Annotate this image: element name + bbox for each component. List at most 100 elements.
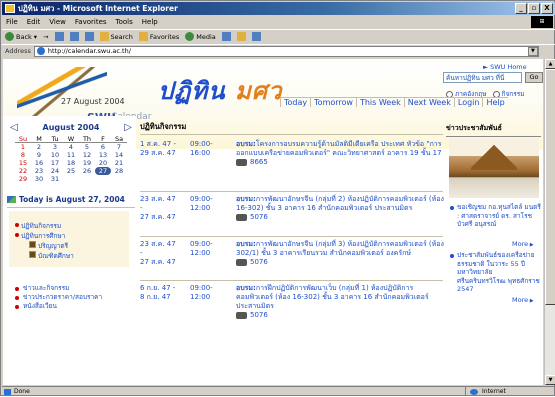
calendar-day bbox=[63, 175, 79, 183]
calendar-day[interactable]: 26 bbox=[79, 167, 95, 175]
calendar-day[interactable]: 14 bbox=[111, 151, 127, 159]
calendar-day[interactable]: 1 bbox=[15, 143, 31, 151]
next-month-icon[interactable]: ▷ bbox=[124, 122, 132, 133]
calendar-day[interactable]: 8 bbox=[15, 151, 31, 159]
calendar-day[interactable]: 28 bbox=[111, 167, 127, 175]
vertical-scrollbar[interactable]: ▲ ▼ bbox=[544, 59, 555, 385]
event-date: 1 ส.ค. 47 -29 ส.ค. 47 bbox=[140, 140, 176, 157]
menu-help[interactable]: Help bbox=[142, 16, 158, 28]
mail-button[interactable] bbox=[236, 32, 246, 41]
current-date: 27 August 2004 bbox=[61, 97, 125, 106]
print-button[interactable] bbox=[251, 32, 261, 41]
calendar-day[interactable]: 20 bbox=[95, 159, 111, 167]
address-input[interactable]: http://calendar.swu.ac.th/ ▼ bbox=[33, 45, 539, 57]
windows-logo-icon: ⊞ bbox=[531, 16, 553, 28]
home-button[interactable] bbox=[84, 32, 94, 41]
calendar-day[interactable]: 10 bbox=[47, 151, 63, 159]
weekday-header: Su bbox=[15, 135, 31, 143]
calendar-day[interactable]: 19 bbox=[79, 159, 95, 167]
menu-bar: File Edit View Favorites Tools Help ⊞ bbox=[2, 16, 555, 28]
calendar-day[interactable]: 3 bbox=[47, 143, 63, 151]
menu-news-bidding[interactable]: ข่าวประกวดราคา/สอบราคา bbox=[15, 293, 102, 302]
stop-button[interactable] bbox=[54, 32, 64, 41]
calendar-day[interactable]: 7 bbox=[111, 143, 127, 151]
calendar-day[interactable]: 9 bbox=[31, 151, 47, 159]
calendar-day[interactable]: 12 bbox=[79, 151, 95, 159]
calendar-day[interactable]: 29 bbox=[15, 175, 31, 183]
calendar-day[interactable]: 2 bbox=[31, 143, 47, 151]
calendar-day[interactable]: 22 bbox=[15, 167, 31, 175]
event-detail[interactable]: อบรม:การฝึกปฏิบัติการพัฒนาเว็บ (กลุ่มที่… bbox=[236, 284, 444, 320]
calendar-day[interactable]: 25 bbox=[63, 167, 79, 175]
menu-bachelor[interactable]: ปริญญาตรี bbox=[38, 241, 68, 251]
maximize-button[interactable]: ▫ bbox=[528, 3, 540, 14]
go-button[interactable]: Go bbox=[525, 72, 543, 83]
bachelor-icon bbox=[29, 241, 36, 248]
calendar-day[interactable]: 15 bbox=[15, 159, 31, 167]
menu-tools[interactable]: Tools bbox=[116, 16, 133, 28]
search-button[interactable]: Search bbox=[99, 32, 133, 41]
weekday-header: W bbox=[63, 135, 79, 143]
more-link-2[interactable]: More bbox=[512, 296, 534, 304]
main-content: ปฏิทินกิจกรรม 1 ส.ค. 47 -29 ส.ค. 47 09:00… bbox=[140, 116, 445, 385]
event-divider bbox=[140, 191, 443, 192]
menu-favorites[interactable]: Favorites bbox=[75, 16, 107, 28]
close-button[interactable]: X bbox=[541, 3, 553, 14]
address-dropdown[interactable]: ▼ bbox=[527, 46, 538, 56]
history-button[interactable] bbox=[221, 32, 231, 41]
calendar-day bbox=[111, 175, 127, 183]
back-button[interactable]: Back ▾ bbox=[5, 32, 37, 41]
search-input[interactable] bbox=[443, 72, 522, 83]
prev-month-icon[interactable]: ◁ bbox=[10, 122, 18, 133]
calendar-day[interactable]: 21 bbox=[111, 159, 127, 167]
nav-tomorrow[interactable]: Tomorrow bbox=[310, 98, 356, 107]
calendar-day[interactable]: 24 bbox=[47, 167, 63, 175]
calendar-day[interactable]: 5 bbox=[79, 143, 95, 151]
menu-news-activity[interactable]: ข่าวและกิจกรรม bbox=[15, 284, 102, 293]
calendar-day[interactable]: 27 bbox=[95, 167, 111, 175]
nav-help[interactable]: Help bbox=[482, 98, 507, 107]
event-detail[interactable]: อบรม:การพัฒนาอักษรจีน (กลุ่มที่ 2) ห้องป… bbox=[236, 195, 444, 222]
menu-circular[interactable]: หนังสือเวียน bbox=[15, 302, 102, 311]
calendar-day[interactable]: 13 bbox=[95, 151, 111, 159]
nav-today[interactable]: Today bbox=[280, 98, 310, 107]
calendar-day[interactable]: 4 bbox=[63, 143, 79, 151]
minimize-button[interactable]: _ bbox=[515, 3, 527, 14]
calendar-day[interactable]: 31 bbox=[47, 175, 63, 183]
forward-button[interactable]: → bbox=[43, 33, 48, 41]
nav-login[interactable]: Login bbox=[453, 98, 483, 107]
search-icon bbox=[99, 32, 109, 41]
refresh-button[interactable] bbox=[69, 32, 79, 41]
media-button[interactable]: Media bbox=[185, 32, 216, 41]
favorites-button[interactable]: Favorites bbox=[138, 32, 179, 41]
menu-file[interactable]: File bbox=[6, 16, 18, 28]
calendar-day[interactable]: 30 bbox=[31, 175, 47, 183]
news-item-2[interactable]: ประชาสัมพันธ์ของเครือข่ายธรรมชาติ ในวาระ… bbox=[449, 251, 541, 294]
calendar-day[interactable]: 23 bbox=[31, 167, 47, 175]
menu-activity-calendar[interactable]: ปฏิทินกิจกรรม bbox=[14, 221, 61, 231]
menu-edit[interactable]: Edit bbox=[27, 16, 41, 28]
calendar-day[interactable]: 16 bbox=[31, 159, 47, 167]
menu-view[interactable]: View bbox=[49, 16, 66, 28]
event-detail[interactable]: อบรม:การพัฒนาอักษรจีน (กลุ่มที่ 3) ห้องป… bbox=[236, 240, 444, 267]
swu-home-link[interactable]: ► SWU Home bbox=[483, 63, 527, 71]
title-bar: ปฏิทิน มศว - Microsoft Internet Explorer… bbox=[2, 2, 555, 15]
scroll-down-icon[interactable]: ▼ bbox=[545, 375, 555, 385]
calendar-day[interactable]: 6 bbox=[95, 143, 111, 151]
left-column: ◁ August 2004 ▷ Su M Tu W Th F Sa 1 2 3 4 5 6 7 8 9 10 11… bbox=[3, 116, 136, 385]
menu-academic-calendar[interactable]: ปฏิทินการศึกษา bbox=[14, 231, 65, 241]
more-link-1[interactable]: More bbox=[512, 240, 534, 248]
news-item-1[interactable]: ขอเชิญชม กอ.ทุนสไตล์ มนตรี : ศาสตราจารย์… bbox=[449, 203, 541, 229]
nav-this-week[interactable]: This Week bbox=[355, 98, 404, 107]
nav-next-week[interactable]: Next Week bbox=[403, 98, 454, 107]
event-detail[interactable]: อบรม:โครงการอบรมความรู้ด้านมัลติมีเดียเค… bbox=[236, 140, 444, 167]
site-title: ปฏิทิน มศว bbox=[158, 77, 283, 105]
calendar-day[interactable]: 11 bbox=[63, 151, 79, 159]
scroll-thumb[interactable] bbox=[545, 69, 555, 305]
scroll-up-icon[interactable]: ▲ bbox=[545, 59, 555, 69]
calendar-day[interactable]: 18 bbox=[63, 159, 79, 167]
calendar-day[interactable]: 17 bbox=[47, 159, 63, 167]
menu-graduate[interactable]: บัณฑิตศึกษา bbox=[38, 251, 74, 261]
divider bbox=[140, 134, 443, 135]
event-divider bbox=[140, 236, 443, 237]
